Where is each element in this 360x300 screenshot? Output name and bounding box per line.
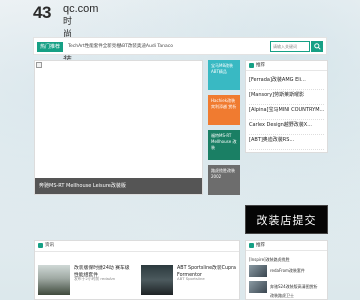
list-item[interactable]: [Alpina]宝马MINI COUNTRYM... — [249, 105, 324, 120]
feature-tile-1[interactable]: 宝马M8改装ABT精品 — [208, 60, 240, 90]
list-item[interactable]: [Mansory]劳斯莱斯曜影 — [249, 90, 324, 105]
recommend-box-title: 推荐 — [256, 63, 265, 68]
news-thumbnail[interactable] — [38, 265, 70, 295]
top-news-link-1[interactable]: TechArt性能套件全新亮相 — [68, 42, 121, 52]
news-thumbnail[interactable] — [141, 265, 173, 295]
list-item[interactable]: 奔驰S24改装版高清图赏析 — [270, 284, 318, 290]
list-item[interactable]: 改装路虎卫士 — [270, 293, 294, 299]
home-icon — [38, 243, 43, 248]
feature-tile-4[interactable]: 路虎揽胜改装2002 — [208, 165, 240, 195]
news-box-title: 资讯 — [45, 243, 54, 248]
feature-tile-2[interactable]: Hachiek改装宾利添越 赏析 — [208, 95, 240, 125]
recommend-box-2-header: 推荐 — [246, 241, 327, 251]
list-item[interactable]: Carlex Design越野改装X... — [249, 120, 324, 135]
shop-submit-label: 改装店提交 — [256, 213, 317, 227]
home-icon — [249, 243, 254, 248]
recommend-box-2-title: 推荐 — [256, 243, 265, 248]
search-icon — [313, 43, 321, 50]
thumbnail[interactable] — [249, 281, 267, 293]
broken-image-icon — [36, 62, 42, 68]
home-icon — [249, 63, 254, 68]
list-item[interactable]: [ABT]奥迪改装RS... — [249, 135, 324, 150]
slider-caption[interactable]: 奔驰MS-RT Mellhouse Leisure改装版 — [35, 178, 202, 194]
search-input[interactable]: 请输入关键词 — [270, 41, 310, 52]
list-item[interactable]: [Inspire]改装路虎揽胜 — [249, 257, 290, 263]
top-news-bar: 热门推荐 TechArt性能套件全新亮相 ABT改装奥迪Audi Tanaco … — [33, 37, 327, 55]
search-button[interactable] — [311, 41, 323, 52]
shop-submit-banner[interactable]: 改装店提交 — [245, 205, 328, 234]
recommend-box-header: 推荐 — [246, 61, 327, 71]
news-item[interactable]: 改装版保时捷24动 赛车级性能组套件 发布于2小时前 redaAm — [38, 259, 135, 297]
thumbnail[interactable] — [249, 265, 267, 277]
news-box: 资讯 改装版保时捷24动 赛车级性能组套件 发布于2小时前 redaAm ABT… — [34, 240, 240, 300]
recommend-box: 推荐 [Ferrada]改装AMG Eli... [Mansory]劳斯莱斯曜影… — [245, 60, 328, 153]
news-box-header: 资讯 — [35, 241, 239, 252]
site-logo[interactable]: 43 qc.com 时尚改装 — [33, 3, 98, 66]
news-meta: 发布于2小时前 redaAm — [74, 276, 116, 281]
logo-number: 43 — [33, 3, 51, 22]
featured-slider[interactable]: 奔驰MS-RT Mellhouse Leisure改装版 — [34, 60, 203, 195]
top-news-link-2[interactable]: ABT改装奥迪Audi Tanaco — [119, 42, 173, 52]
list-item[interactable]: redaFrom改装套件 — [270, 268, 305, 274]
recommend-box-2: 推荐 [Inspire]改装路虎揽胜 redaFrom改装套件 奔驰S24改装版… — [245, 240, 328, 300]
news-item[interactable]: ABT Sportsline改装Cupra Formentor ABT Spor… — [141, 259, 238, 297]
hot-tag: 热门推荐 — [37, 42, 64, 52]
feature-tile-3[interactable]: 福特MS-RT Mellhouse 改装 — [208, 130, 240, 160]
list-item[interactable]: [Ferrada]改装AMG Eli... — [249, 75, 324, 90]
recommend-list: [Ferrada]改装AMG Eli... [Mansory]劳斯莱斯曜影 [A… — [246, 71, 327, 150]
news-meta: ABT Sportsline — [177, 276, 205, 281]
